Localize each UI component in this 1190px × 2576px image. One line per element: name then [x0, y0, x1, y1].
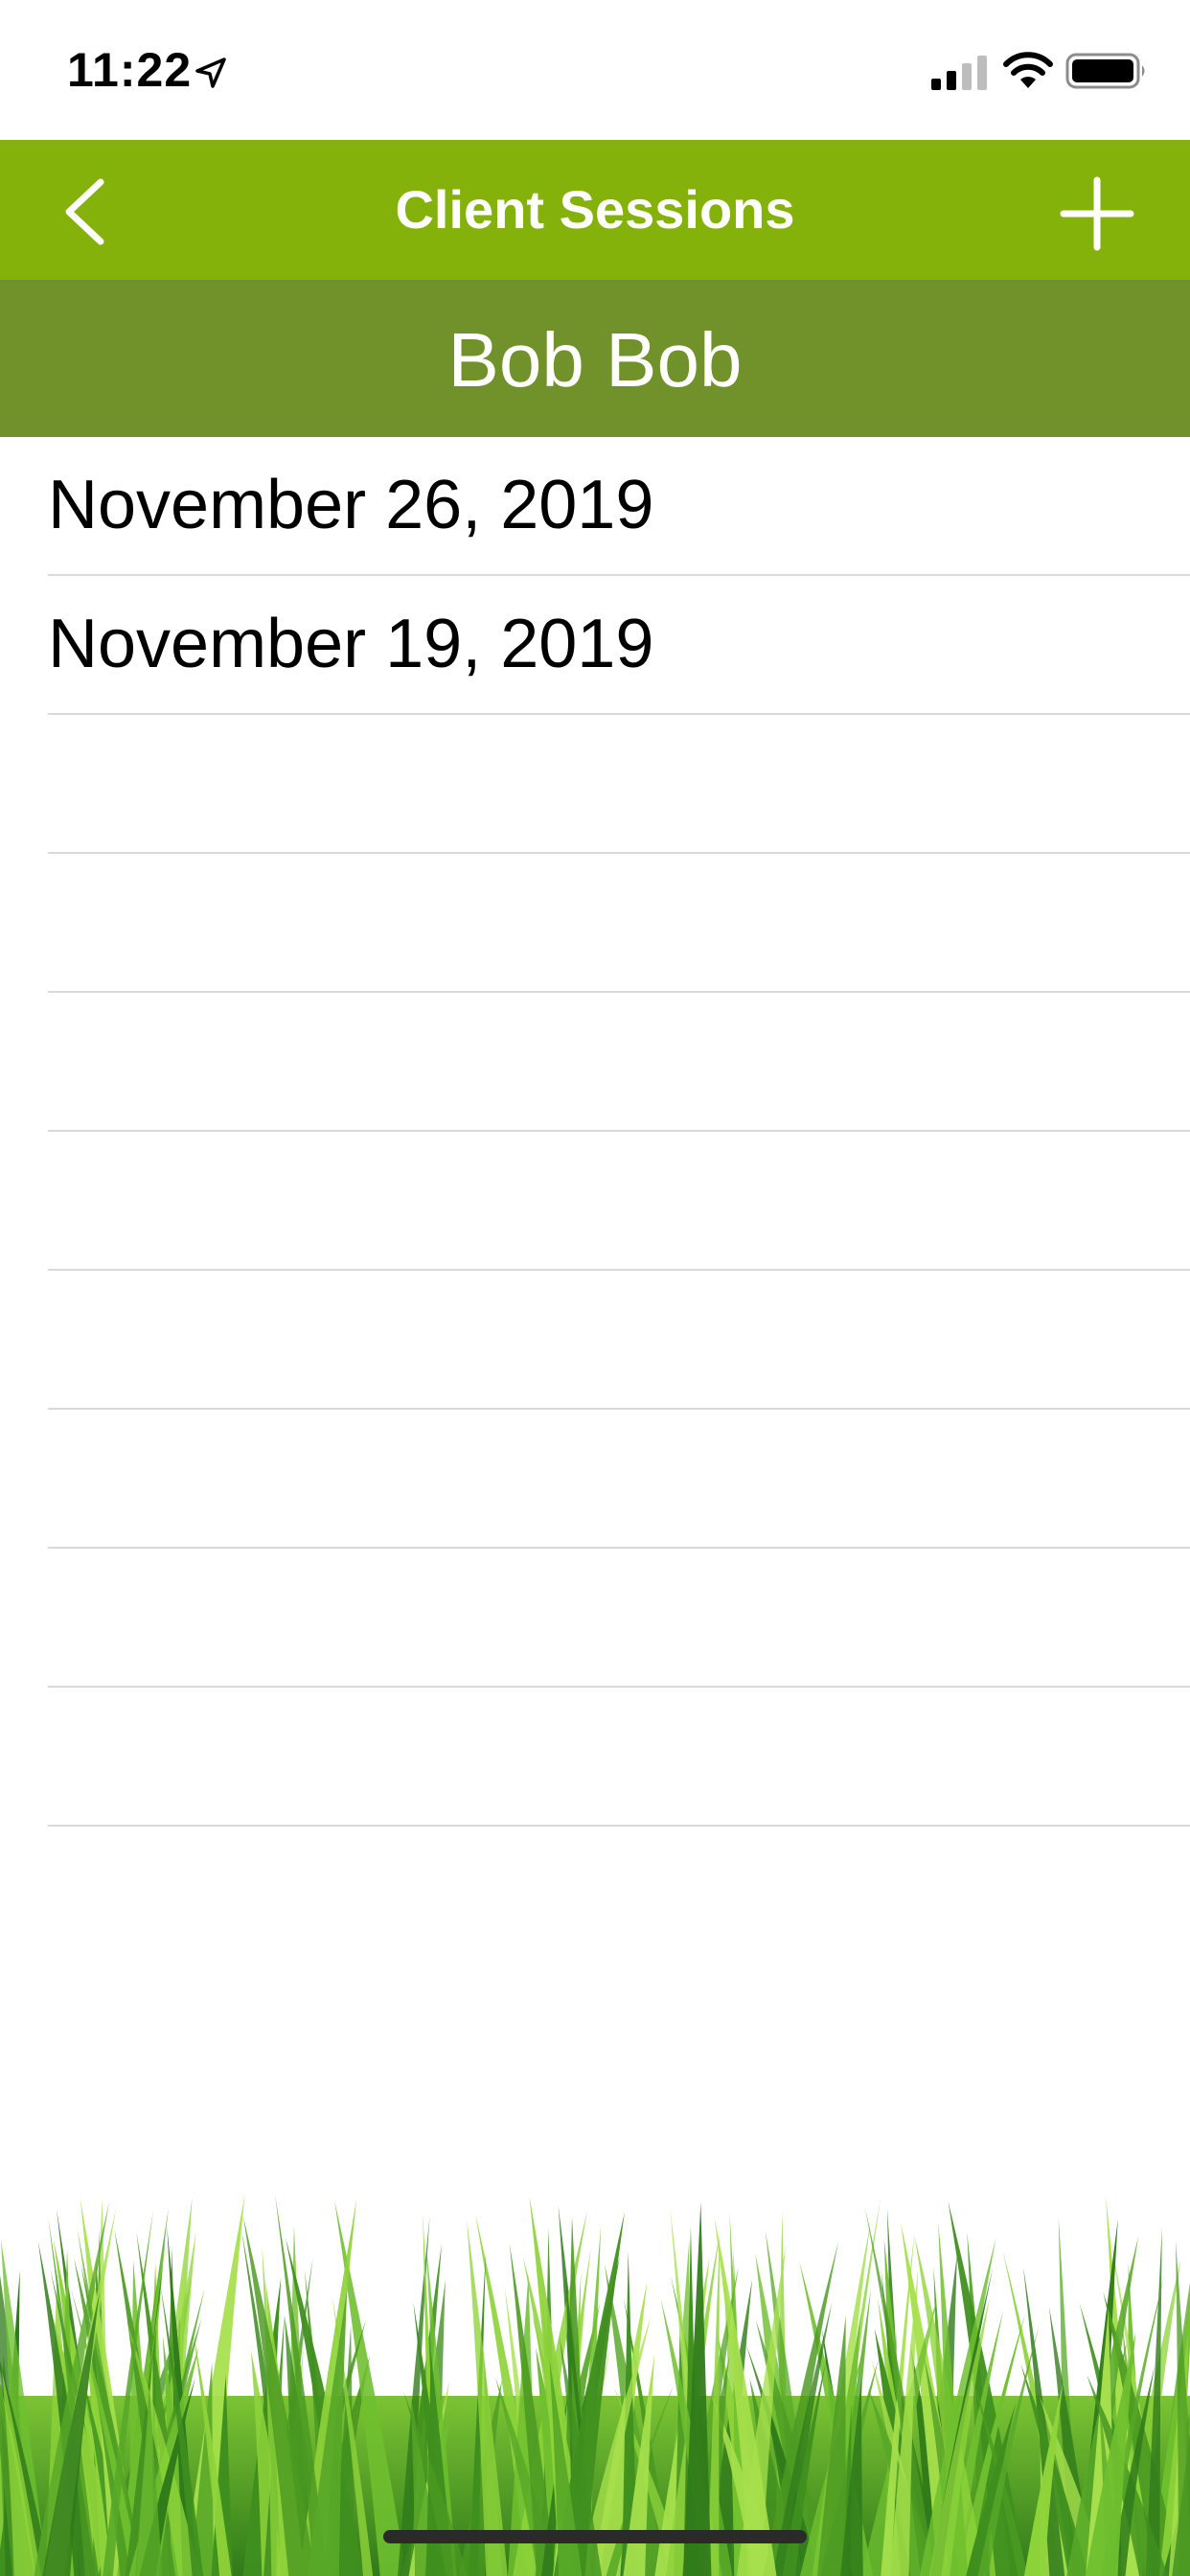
session-date: November 19, 2019	[48, 606, 654, 682]
battery-icon	[1065, 53, 1145, 89]
grass-decoration	[0, 2195, 1190, 2576]
status-bar: 11:22	[0, 0, 1190, 140]
empty-session-row	[48, 854, 1190, 993]
session-row[interactable]: November 19, 2019	[48, 576, 1190, 715]
page-title: Client Sessions	[395, 179, 795, 240]
empty-session-row	[48, 1688, 1190, 1827]
location-arrow-icon	[195, 58, 226, 88]
session-row[interactable]: November 26, 2019	[48, 437, 1190, 576]
empty-session-row	[48, 1132, 1190, 1271]
cellular-signal-icon	[931, 56, 987, 90]
empty-session-row	[48, 1410, 1190, 1549]
session-date: November 26, 2019	[48, 467, 654, 543]
screen: 11:22 Client Sessions Bob Bob November 2…	[0, 0, 1190, 2576]
session-list: November 26, 2019 November 19, 2019	[0, 437, 1190, 1827]
empty-session-row	[48, 1271, 1190, 1410]
home-indicator[interactable]	[383, 2530, 807, 2543]
status-time: 11:22	[67, 43, 193, 97]
empty-session-row	[48, 715, 1190, 854]
add-session-plus-icon[interactable]	[1054, 171, 1140, 257]
wifi-icon	[1003, 52, 1053, 88]
navigation-bar: Client Sessions	[0, 140, 1190, 280]
empty-session-row	[48, 1549, 1190, 1688]
empty-session-row	[48, 993, 1190, 1132]
client-header: Bob Bob	[0, 280, 1190, 437]
client-name: Bob Bob	[447, 317, 743, 402]
